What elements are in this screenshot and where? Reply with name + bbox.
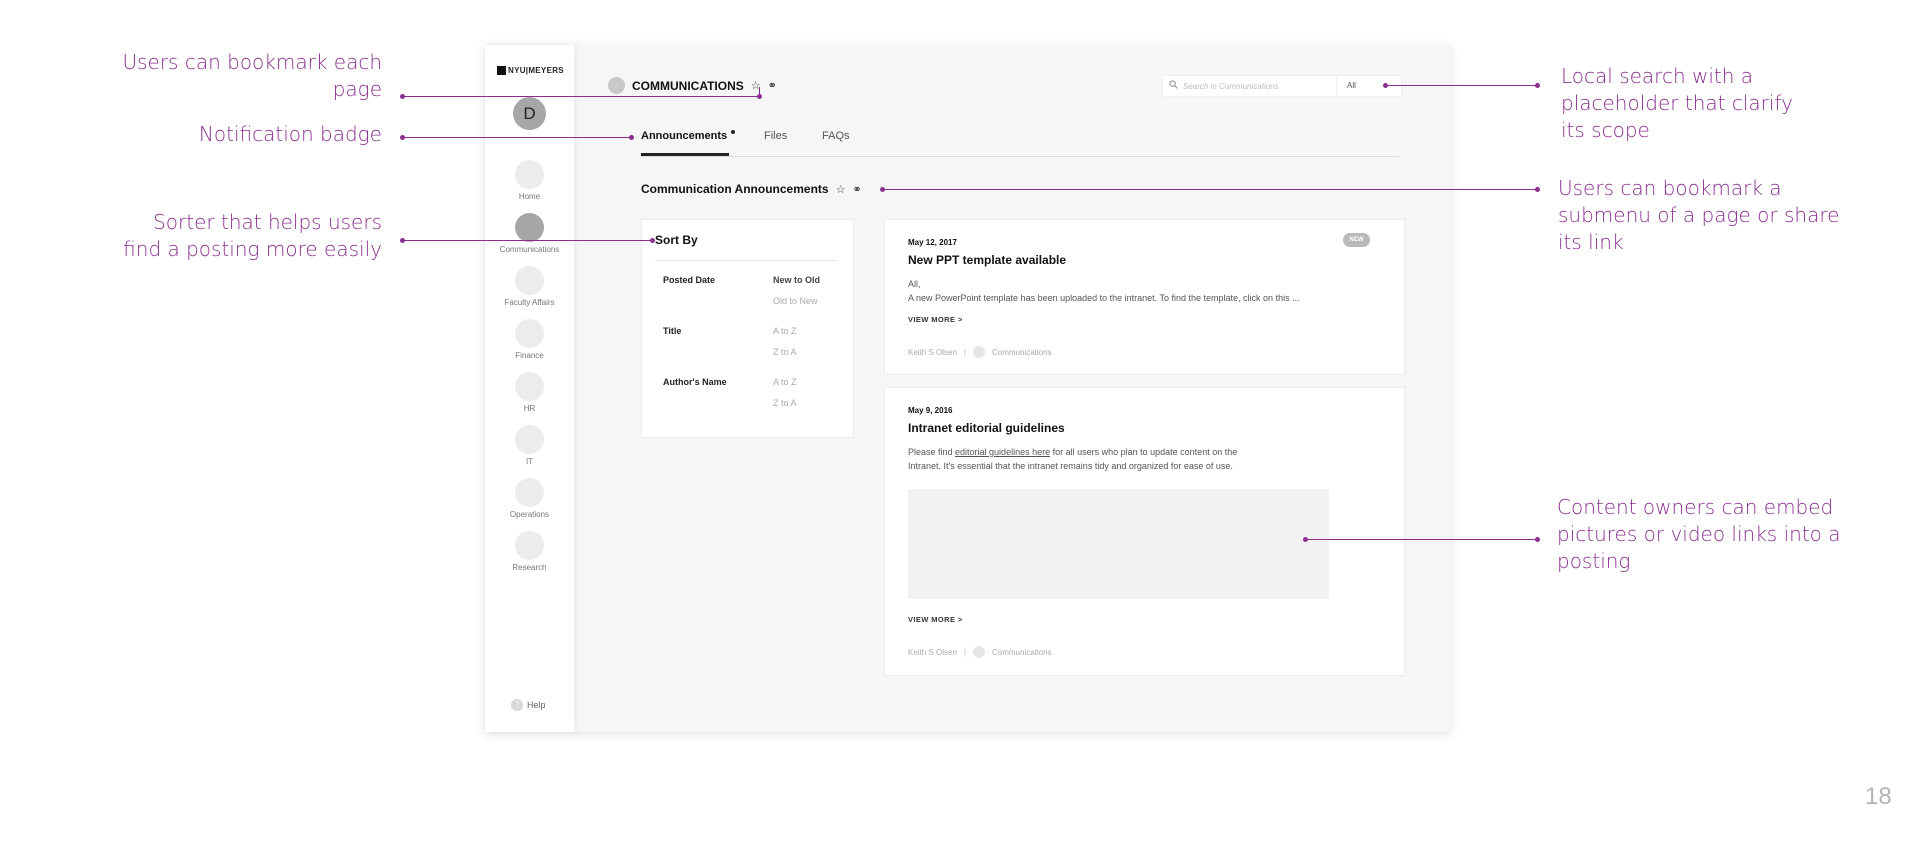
post-meta: Keith S Olsen | Communications — [908, 646, 1052, 658]
slide-number: 18 — [1865, 783, 1892, 810]
view-more-link[interactable]: VIEW MORE > — [908, 615, 963, 624]
post-department[interactable]: Communications — [992, 348, 1052, 357]
avatar[interactable]: D — [513, 97, 546, 130]
sidebar-item-research[interactable]: Research — [485, 531, 574, 572]
page-header: COMMUNICATIONS ☆ ⚭ — [608, 77, 777, 94]
section-title: Communication Announcements — [641, 182, 829, 196]
callout-dot — [1383, 83, 1388, 88]
callout-dot — [400, 135, 405, 140]
local-search: Search in Communications All — [1162, 75, 1402, 97]
it-icon — [515, 425, 544, 454]
annotation-local-search: Local search with a placeholder that cla… — [1561, 64, 1793, 142]
embedded-media[interactable] — [908, 489, 1329, 599]
annotation-bookmark-submenu: Users can bookmark a submenu of a page o… — [1558, 176, 1840, 254]
sidebar-item-hr[interactable]: HR — [485, 372, 574, 413]
search-scope-select[interactable]: All — [1336, 76, 1401, 96]
sidebar-item-operations[interactable]: Operations — [485, 478, 574, 519]
department-icon — [973, 346, 985, 358]
post-date: May 9, 2016 — [908, 406, 953, 415]
callout-line — [402, 137, 631, 138]
callout-line — [1305, 539, 1537, 540]
sort-option-author-z-a[interactable]: Z to A — [773, 398, 797, 408]
post-excerpt-line2: Intranet. It's essential that the intran… — [908, 461, 1233, 471]
post-meta: Keith S Olsen | Communications — [908, 346, 1052, 358]
divider — [655, 260, 838, 261]
annotation-bookmark-page: Users can bookmark each page — [122, 50, 382, 101]
hr-icon — [515, 372, 544, 401]
sort-option-new-to-old[interactable]: New to Old — [773, 275, 820, 285]
sidebar-item-home[interactable]: Home — [485, 160, 574, 201]
post-greeting: All, — [908, 279, 921, 289]
department-icon — [973, 646, 985, 658]
sort-option-author-a-z[interactable]: A to Z — [773, 377, 797, 387]
tab-faqs[interactable]: FAQs — [822, 130, 850, 142]
post-date: May 12, 2017 — [908, 238, 957, 247]
callout-line — [402, 240, 652, 241]
bookmark-star-icon[interactable]: ☆ — [836, 183, 846, 196]
sort-label-title: Title — [663, 326, 682, 336]
annotation-sorter: Sorter that helps users find a posting m… — [123, 210, 382, 261]
annotation-embed-media: Content owners can embed pictures or vid… — [1557, 495, 1841, 573]
callout-line — [1385, 85, 1537, 86]
operations-icon — [515, 478, 544, 507]
callout-dot — [629, 135, 634, 140]
notification-badge — [731, 130, 735, 134]
callout-line — [759, 87, 760, 96]
page-title: COMMUNICATIONS — [632, 78, 744, 93]
active-tab-indicator — [641, 153, 729, 156]
callout-dot — [1535, 187, 1540, 192]
sort-heading: Sort By — [655, 233, 698, 247]
callout-dot — [1303, 537, 1308, 542]
tab-announcements[interactable]: Announcements — [641, 130, 727, 142]
search-input[interactable]: Search in Communications — [1183, 82, 1336, 91]
nyu-meyers-logo: NYU|MEYERS — [497, 66, 564, 75]
share-link-icon[interactable]: ⚭ — [768, 79, 777, 92]
sort-label-author: Author's Name — [663, 377, 727, 387]
sort-label-posted-date: Posted Date — [663, 275, 716, 285]
section-header: Communication Announcements ☆ ⚭ — [641, 182, 862, 196]
callout-line — [882, 189, 1537, 190]
share-link-icon[interactable]: ⚭ — [852, 183, 861, 196]
sidebar-item-it[interactable]: IT — [485, 425, 574, 466]
sidebar-item-faculty-affairs[interactable]: Faculty Affairs — [485, 266, 574, 307]
research-icon — [515, 531, 544, 560]
communications-icon — [515, 213, 544, 242]
callout-dot — [880, 187, 885, 192]
callout-dot — [650, 238, 655, 243]
callout-line — [402, 96, 758, 97]
search-icon — [1163, 80, 1183, 92]
meta-separator: | — [963, 647, 966, 657]
callout-dot — [1535, 83, 1540, 88]
new-badge: NEW — [1343, 233, 1370, 247]
view-more-link[interactable]: VIEW MORE > — [908, 315, 963, 324]
post-excerpt: Please find editorial guidelines here fo… — [908, 447, 1238, 457]
department-icon — [608, 77, 625, 94]
post-title[interactable]: New PPT template available — [908, 253, 1066, 267]
annotation-notification-badge: Notification badge — [198, 122, 382, 146]
help-link[interactable]: ? Help — [511, 699, 546, 711]
tab-bar: Announcements Files FAQs — [641, 124, 1399, 157]
meta-separator: | — [963, 347, 966, 357]
sort-option-title-a-z[interactable]: A to Z — [773, 326, 797, 336]
editorial-guidelines-link[interactable]: editorial guidelines here — [955, 447, 1050, 457]
help-icon: ? — [511, 699, 523, 711]
sidebar-item-finance[interactable]: Finance — [485, 319, 574, 360]
faculty-affairs-icon — [515, 266, 544, 295]
callout-dot — [400, 94, 405, 99]
tab-files[interactable]: Files — [764, 130, 787, 142]
post-author[interactable]: Keith S Olsen — [908, 348, 957, 357]
callout-dot — [1535, 537, 1540, 542]
sidebar-item-communications[interactable]: Communications — [485, 213, 574, 254]
post-title[interactable]: Intranet editorial guidelines — [908, 421, 1065, 435]
post-author[interactable]: Keith S Olsen — [908, 648, 957, 657]
post-department[interactable]: Communications — [992, 648, 1052, 657]
callout-dot — [400, 238, 405, 243]
sort-option-title-z-a[interactable]: Z to A — [773, 347, 797, 357]
sort-option-old-to-new[interactable]: Old to New — [773, 296, 818, 306]
post-excerpt: A new PowerPoint template has been uploa… — [908, 293, 1300, 303]
home-icon — [515, 160, 544, 189]
finance-icon — [515, 319, 544, 348]
